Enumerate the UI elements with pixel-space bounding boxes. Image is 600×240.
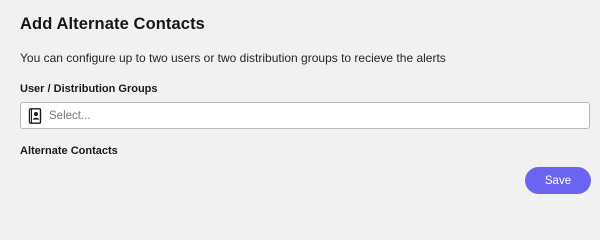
contact-book-icon [27,107,43,125]
user-distribution-groups-label: User / Distribution Groups [20,83,158,95]
select-placeholder: Select... [49,109,91,122]
alternate-contacts-label: Alternate Contacts [20,145,118,157]
user-distribution-groups-select[interactable]: Select... [20,102,590,129]
save-button[interactable]: Save [525,167,591,194]
dialog-title: Add Alternate Contacts [20,15,205,33]
dialog-description: You can configure up to two users or two… [20,51,446,65]
